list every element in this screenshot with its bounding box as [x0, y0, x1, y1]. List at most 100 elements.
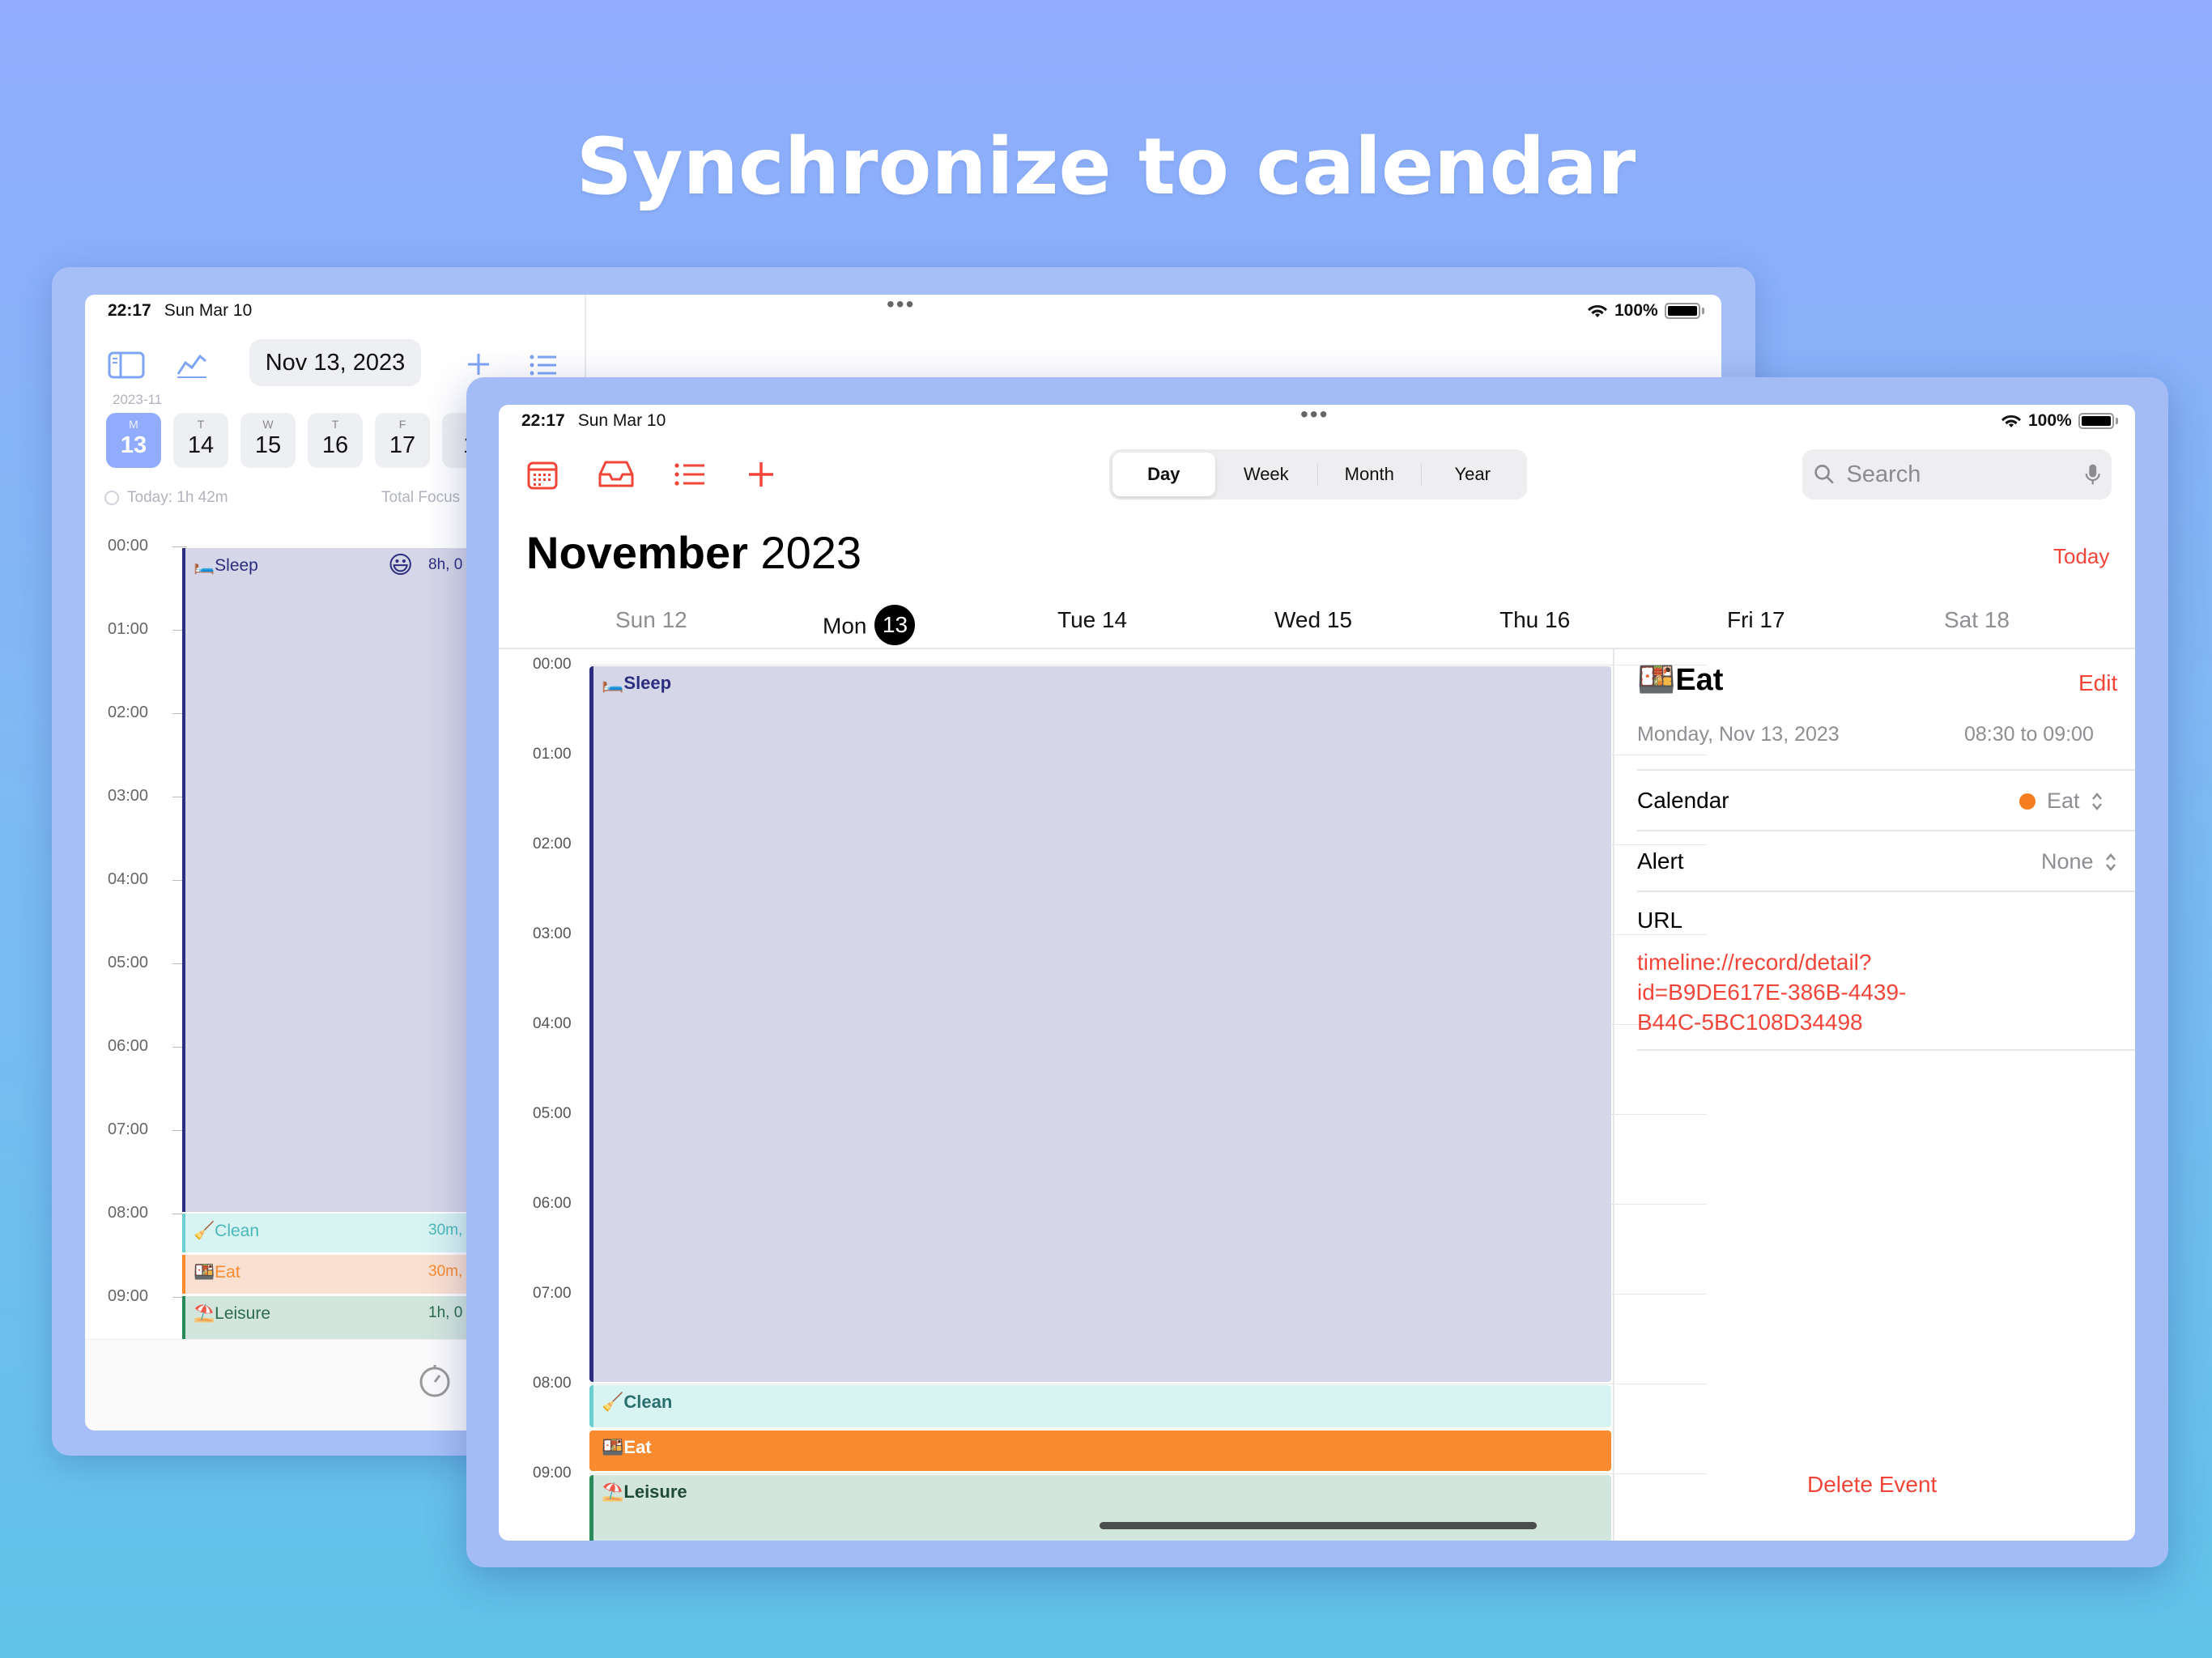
progress-ring-icon	[104, 491, 119, 505]
detail-separator	[1637, 830, 2135, 831]
search-field[interactable]	[1802, 449, 2112, 500]
event-eat[interactable]: 🍱Eat	[589, 1431, 1611, 1471]
mic-icon[interactable]	[2085, 461, 2100, 487]
event-label: 🍱Eat	[602, 1437, 652, 1457]
hour-label: 02:00	[108, 704, 149, 721]
front-device-screen: 22:17 Sun Mar 10 ••• 100% Day Week Month …	[499, 405, 2135, 1541]
day-chip-13[interactable]: M 13	[106, 413, 161, 468]
day-number: 13	[120, 432, 147, 458]
alert-picker[interactable]: None	[2041, 849, 2116, 874]
status-time: 22:17	[521, 411, 565, 430]
hour-label: 03:00	[108, 787, 149, 805]
status-time: 22:17	[108, 301, 151, 320]
detail-separator	[1637, 769, 2135, 771]
detail-separator	[1637, 891, 2135, 892]
weekday-sat[interactable]: Sat 18	[1944, 607, 2010, 633]
today-stat-text: Today: 1h 42m	[127, 489, 228, 506]
segment-year[interactable]: Year	[1422, 453, 1525, 496]
detail-divider	[1613, 648, 1614, 1541]
day-letter: T	[197, 418, 205, 431]
plus-icon[interactable]	[747, 460, 776, 489]
status-battery: 100%	[2001, 411, 2118, 431]
event-detail-panel: 🍱Eat Edit Monday, Nov 13, 2023 08:30 to …	[1637, 648, 2135, 1541]
event-clean[interactable]: 🧹Clean	[589, 1385, 1611, 1427]
day-letter: M	[129, 418, 138, 431]
weekday-mon[interactable]: Mon 13	[823, 605, 916, 648]
hour-label: 06:00	[533, 1195, 572, 1212]
url-line: id=B9DE617E-386B-4439-	[1637, 980, 1907, 1005]
search-input[interactable]	[1844, 460, 2075, 489]
wifi-icon	[2001, 414, 2021, 427]
hour-label: 09:00	[108, 1287, 149, 1305]
hour-gridline	[589, 1473, 1707, 1474]
day-letter: F	[398, 418, 406, 431]
date-picker-button[interactable]: Nov 13, 2023	[249, 339, 421, 386]
hour-tick	[172, 546, 187, 547]
battery-percent: 100%	[2028, 411, 2072, 430]
event-label: 🛏️Sleep	[194, 556, 258, 575]
url-label: URL	[1637, 908, 1683, 933]
today-button[interactable]: Today	[2053, 544, 2109, 569]
battery-icon	[1664, 303, 1700, 319]
status-bar: 22:17 Sun Mar 10	[521, 411, 666, 431]
battery-percent: 100%	[1614, 301, 1658, 320]
status-bar: 22:17 Sun Mar 10	[108, 301, 252, 321]
multitask-dots[interactable]: •••	[1300, 405, 1329, 427]
list-icon[interactable]	[674, 461, 706, 487]
url-line: timeline://record/detail?	[1637, 950, 1872, 975]
event-sleep[interactable]: 🛏️Sleep	[589, 666, 1611, 1382]
day-letter: T	[331, 418, 339, 431]
multitask-dots[interactable]: •••	[887, 295, 915, 317]
headline: Synchronize to calendar	[576, 121, 1636, 212]
status-battery: 100%	[1587, 301, 1704, 321]
weekday-sun[interactable]: Sun 12	[615, 607, 687, 633]
hour-label: 05:00	[108, 954, 149, 971]
segment-month[interactable]: Month	[1318, 453, 1421, 496]
weekday-thu[interactable]: Thu 16	[1499, 607, 1570, 633]
event-time: 08:30 to 09:00	[1964, 723, 2094, 746]
weekday-wed[interactable]: Wed 15	[1274, 607, 1352, 633]
segment-week[interactable]: Week	[1215, 453, 1318, 496]
event-date: Monday, Nov 13, 2023	[1637, 723, 1840, 746]
edit-button[interactable]: Edit	[2078, 670, 2117, 696]
event-label: 🧹Clean	[602, 1392, 673, 1412]
hour-label: 04:00	[533, 1015, 572, 1032]
delete-event-button[interactable]: Delete Event	[1807, 1472, 1937, 1498]
event-leisure[interactable]: ⛱️Leisure	[589, 1475, 1611, 1541]
weekday-tue[interactable]: Tue 14	[1057, 607, 1127, 633]
day-chip-15[interactable]: W 15	[240, 413, 296, 468]
title-month: November	[526, 527, 748, 578]
day-chip-17[interactable]: F 17	[375, 413, 430, 468]
calendar-picker[interactable]: Eat	[2019, 789, 2103, 814]
hour-label: 03:00	[533, 925, 572, 942]
event-label: 🍱Eat	[194, 1263, 240, 1282]
day-number: 16	[321, 432, 349, 458]
chevron-updown-icon	[2105, 852, 2116, 871]
hour-label: 07:00	[533, 1285, 572, 1302]
weekday-label: Mon	[823, 613, 867, 639]
weekday-fri[interactable]: Fri 17	[1727, 607, 1785, 633]
hour-label: 00:00	[533, 656, 572, 673]
calendar-icon[interactable]	[526, 458, 559, 491]
day-chip-14[interactable]: T 14	[173, 413, 228, 468]
calendar-color-dot	[2019, 793, 2035, 810]
page-title: November 2023	[526, 526, 861, 579]
segment-day[interactable]: Day	[1112, 453, 1215, 496]
day-chip-16[interactable]: T 16	[308, 413, 363, 468]
today-badge: 13	[874, 605, 916, 645]
inbox-icon[interactable]	[598, 460, 635, 489]
event-duration: 1h, 0	[428, 1304, 463, 1321]
calendar-value: Eat	[2047, 789, 2080, 813]
sidebar-icon[interactable]	[108, 351, 145, 379]
plus-icon[interactable]	[466, 351, 491, 377]
alert-value: None	[2041, 849, 2094, 874]
timer-icon[interactable]	[417, 1363, 453, 1398]
hour-label: 00:00	[108, 537, 149, 555]
hour-label: 05:00	[533, 1105, 572, 1122]
chart-icon[interactable]	[176, 351, 208, 379]
home-indicator[interactable]	[1100, 1522, 1537, 1529]
event-url-link[interactable]: timeline://record/detail? id=B9DE617E-38…	[1637, 947, 1961, 1037]
hour-label: 02:00	[533, 835, 572, 852]
list-icon[interactable]	[529, 353, 558, 377]
day-number: 17	[389, 432, 416, 458]
